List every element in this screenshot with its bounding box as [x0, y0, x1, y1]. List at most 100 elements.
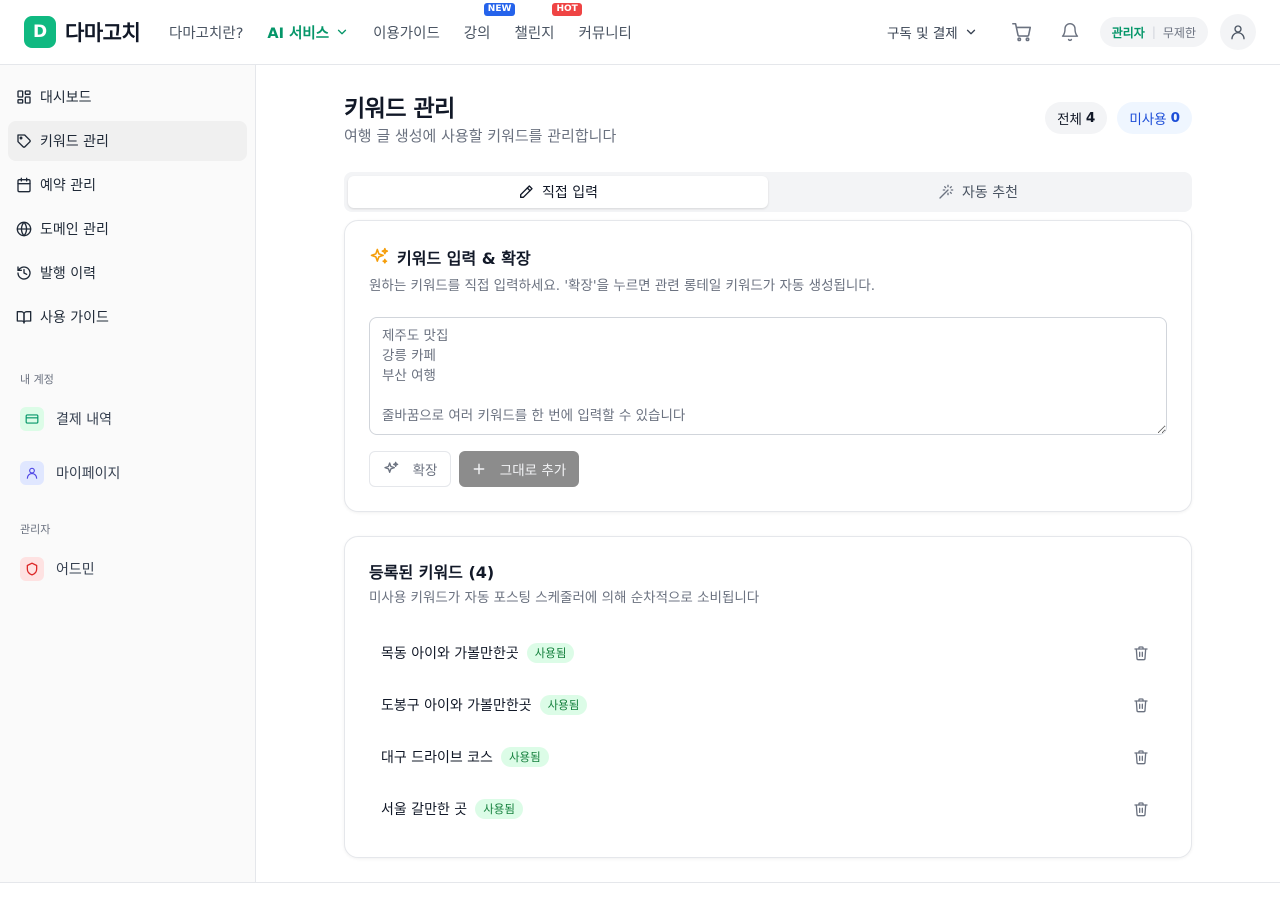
stat-label: 전체 [1057, 112, 1082, 128]
logo[interactable]: D 다마고치 [24, 16, 141, 48]
sidebar-item-dashboard[interactable]: 대시보드 [8, 77, 247, 117]
role-label: 관리자 [1111, 25, 1145, 40]
subscription-menu[interactable]: 구독 및 결제 [887, 22, 978, 42]
sparkles-icon [369, 247, 389, 267]
unused-count-badge: 미사용 0 [1117, 102, 1192, 134]
tab-auto-recommend[interactable]: 자동 추천 [768, 176, 1188, 208]
cart-button[interactable] [998, 8, 1046, 56]
stat-label: 미사용 [1129, 112, 1167, 128]
list-item: 도봉구 아이와 가볼만한곳 사용됨 [369, 679, 1167, 731]
sidebar-item-keywords[interactable]: 키워드 관리 [8, 121, 247, 161]
input-mode-tabs: 직접 입력 자동 추천 [344, 172, 1192, 212]
nav-item-community[interactable]: 커뮤니티 [579, 22, 632, 43]
sidebar-item-label: 키워드 관리 [40, 134, 109, 150]
nav-item-lecture[interactable]: 강의 NEW [463, 2, 516, 43]
sidebar-item-label: 마이페이지 [56, 466, 121, 482]
list-item: 목동 아이와 가볼만한곳 사용됨 [369, 627, 1167, 679]
nav-item-guide[interactable]: 이용가이드 [373, 22, 440, 43]
avatar-button[interactable] [1220, 14, 1256, 50]
notification-button[interactable] [1046, 8, 1094, 56]
status-badge: 사용됨 [500, 747, 549, 767]
sidebar-item-history[interactable]: 발행 이력 [8, 253, 247, 293]
stat-value: 4 [1085, 110, 1096, 126]
keyword-text: 목동 아이와 가볼만한곳 [381, 646, 519, 662]
delete-button[interactable] [1127, 691, 1155, 719]
chevron-down-icon [964, 25, 978, 39]
sidebar-item-domains[interactable]: 도메인 관리 [8, 209, 247, 249]
hot-badge: HOT [552, 2, 582, 16]
sidebar-item-label: 도메인 관리 [40, 222, 109, 238]
trash-icon [1133, 697, 1149, 713]
sidebar-item-label: 어드민 [56, 562, 95, 578]
nav-item-about[interactable]: 다마고치란? [169, 22, 243, 43]
main-nav: 다마고치란? AI 서비스 이용가이드 강의 NEW 챌린지 HOT 커뮤니티 [169, 0, 632, 64]
sidebar: 대시보드 키워드 관리 예약 관리 도메인 관리 발행 이력 사용 가이드 내 … [0, 65, 256, 883]
list-item: 서울 갈만한 곳 사용됨 [369, 783, 1167, 835]
nav-label: 챌린지 [514, 25, 555, 42]
card-title: 키워드 입력 & 확장 [369, 245, 531, 269]
sidebar-item-label: 발행 이력 [40, 266, 96, 282]
sidebar-item-label: 대시보드 [40, 90, 92, 106]
nav-item-challenge[interactable]: 챌린지 HOT [514, 2, 582, 43]
card-description: 미사용 키워드가 자동 포스팅 스케줄러에 의해 순차적으로 소비됩니다 [369, 590, 760, 606]
add-as-is-button[interactable]: 그대로 추가 [459, 451, 579, 487]
sidebar-item-reservations[interactable]: 예약 관리 [8, 165, 247, 205]
sidebar-item-label: 결제 내역 [56, 412, 112, 428]
nav-label: AI 서비스 [267, 25, 330, 42]
keyword-text: 대구 드라이브 코스 [381, 750, 493, 766]
calendar-icon [16, 177, 32, 193]
delete-button[interactable] [1127, 795, 1155, 823]
shield-icon [20, 557, 44, 581]
footer-divider [0, 882, 1280, 900]
sidebar-section-account: 내 계정 [20, 373, 54, 386]
keyword-input-card: 키워드 입력 & 확장 원하는 키워드를 직접 입력하세요. '확장'을 누르면… [344, 220, 1192, 512]
plus-icon [472, 462, 486, 476]
keyword-text: 도봉구 아이와 가볼만한곳 [381, 698, 532, 714]
divider: | [1151, 25, 1156, 39]
user-icon [20, 461, 44, 485]
subscription-label: 구독 및 결제 [887, 26, 958, 42]
dashboard-icon [16, 89, 32, 105]
registered-keywords-card: 등록된 키워드 (4) 미사용 키워드가 자동 포스팅 스케줄러에 의해 순차적… [344, 536, 1192, 858]
tab-label: 자동 추천 [962, 185, 1018, 201]
sidebar-item-payments[interactable]: 결제 내역 [8, 399, 247, 439]
nav-item-ai-service[interactable]: AI 서비스 [267, 22, 349, 43]
tab-manual-input[interactable]: 직접 입력 [348, 176, 768, 208]
keyword-text: 서울 갈만한 곳 [381, 802, 468, 818]
chevron-down-icon [335, 25, 349, 39]
status-badge: 사용됨 [526, 643, 575, 663]
sidebar-item-label: 사용 가이드 [40, 310, 109, 326]
stat-value: 0 [1170, 110, 1180, 126]
nav-label: 강의 [463, 25, 491, 42]
expand-button[interactable]: 확장 [369, 451, 451, 487]
delete-button[interactable] [1127, 743, 1155, 771]
pencil-icon [518, 184, 534, 200]
credit-card-icon [20, 407, 44, 431]
nav-label: 이용가이드 [373, 25, 440, 42]
sidebar-item-mypage[interactable]: 마이페이지 [8, 453, 247, 493]
cart-icon [1011, 21, 1033, 43]
delete-button[interactable] [1127, 639, 1155, 667]
card-description: 원하는 키워드를 직접 입력하세요. '확장'을 누르면 관련 롱테일 키워드가… [369, 278, 876, 294]
list-item: 대구 드라이브 코스 사용됨 [369, 731, 1167, 783]
keyword-textarea[interactable] [369, 317, 1167, 435]
total-count-badge: 전체 4 [1045, 102, 1108, 134]
sidebar-item-admin[interactable]: 어드민 [8, 549, 247, 589]
tab-label: 직접 입력 [542, 185, 598, 201]
input-actions: 확장 그대로 추가 [369, 451, 579, 487]
trash-icon [1133, 749, 1149, 765]
page-title: 키워드 관리 [344, 96, 455, 122]
trash-icon [1133, 645, 1149, 661]
sidebar-item-label: 예약 관리 [40, 178, 96, 194]
user-icon [1229, 23, 1247, 41]
logo-text: 다마고치 [65, 21, 141, 45]
nav-label: 커뮤니티 [578, 25, 632, 42]
card-title: 등록된 키워드 (4) [369, 563, 495, 582]
card-title-text: 키워드 입력 & 확장 [397, 249, 531, 268]
sidebar-item-usage-guide[interactable]: 사용 가이드 [8, 297, 247, 337]
role-badge: 관리자 | 무제한 [1099, 17, 1208, 47]
button-label: 그대로 추가 [499, 463, 567, 479]
logo-mark: D [24, 16, 56, 48]
status-badge: 사용됨 [475, 799, 523, 819]
bell-icon [1060, 22, 1080, 42]
